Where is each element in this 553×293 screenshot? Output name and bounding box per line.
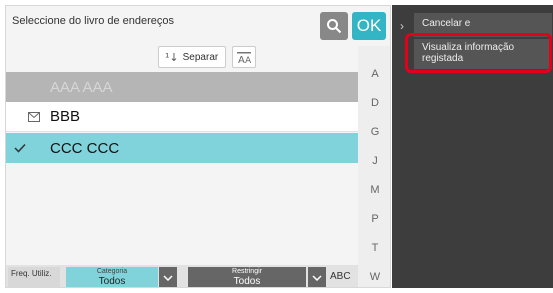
- chevron-down-icon: [312, 275, 322, 281]
- screen: Seleccione do livro de endereços OK ¹↓ S…: [0, 0, 553, 293]
- abc-button[interactable]: ABC: [330, 271, 351, 282]
- sort-label: Separar: [182, 51, 219, 63]
- header-bar: Seleccione do livro de endereços OK: [6, 6, 390, 42]
- font-size-icon: A A: [237, 52, 252, 64]
- svg-text:A: A: [238, 55, 245, 64]
- search-icon: [327, 19, 342, 34]
- index-letter[interactable]: M: [358, 184, 390, 196]
- category-caption: Categoria: [96, 268, 128, 275]
- font-size-button[interactable]: A A: [232, 46, 256, 68]
- list-item[interactable]: CCC CCC: [6, 133, 358, 163]
- restrict-dropdown-button[interactable]: [308, 267, 326, 287]
- chevron-down-icon: [163, 275, 173, 281]
- sort-button[interactable]: ¹↓ Separar: [158, 46, 226, 68]
- frequent-use-button[interactable]: Freq. Utiliz.: [8, 267, 60, 287]
- ok-button[interactable]: OK: [352, 12, 386, 40]
- svg-text:A: A: [245, 56, 252, 64]
- index-letter[interactable]: W: [358, 271, 390, 283]
- index-letter[interactable]: A: [358, 68, 390, 80]
- index-letter[interactable]: G: [358, 126, 390, 138]
- mail-icon: [28, 111, 40, 123]
- address-book-panel: Seleccione do livro de endereços OK ¹↓ S…: [5, 5, 391, 288]
- sort-numeric-icon: ¹↓: [165, 50, 179, 64]
- list-item-label: CCC CCC: [50, 139, 120, 157]
- index-letter[interactable]: P: [358, 213, 390, 225]
- restrict-select[interactable]: Restringir Todos: [188, 267, 306, 287]
- highlight-frame: [405, 33, 552, 73]
- restrict-caption: Restringir: [232, 268, 262, 275]
- page-title: Seleccione do livro de endereços: [12, 15, 175, 27]
- chevron-right-icon: ›: [400, 19, 404, 33]
- index-letter[interactable]: T: [358, 242, 390, 254]
- list-item: AAA AAA: [6, 72, 358, 102]
- restrict-value: Todos: [233, 276, 261, 287]
- index-letter[interactable]: J: [358, 155, 390, 167]
- category-select[interactable]: Categoria Todos: [66, 267, 158, 287]
- bottom-bar: Freq. Utiliz. Categoria Todos Restringir…: [6, 265, 358, 287]
- index-letter[interactable]: D: [358, 97, 390, 109]
- search-button[interactable]: [320, 12, 348, 40]
- category-dropdown-button[interactable]: [159, 267, 177, 287]
- list-item-label: BBB: [50, 108, 81, 125]
- list-item-label: AAA AAA: [50, 78, 113, 96]
- category-value: Todos: [98, 276, 126, 287]
- alphabet-index: A D G J M P T W: [358, 46, 390, 287]
- list-item[interactable]: BBB: [6, 102, 358, 132]
- check-icon: [14, 142, 26, 154]
